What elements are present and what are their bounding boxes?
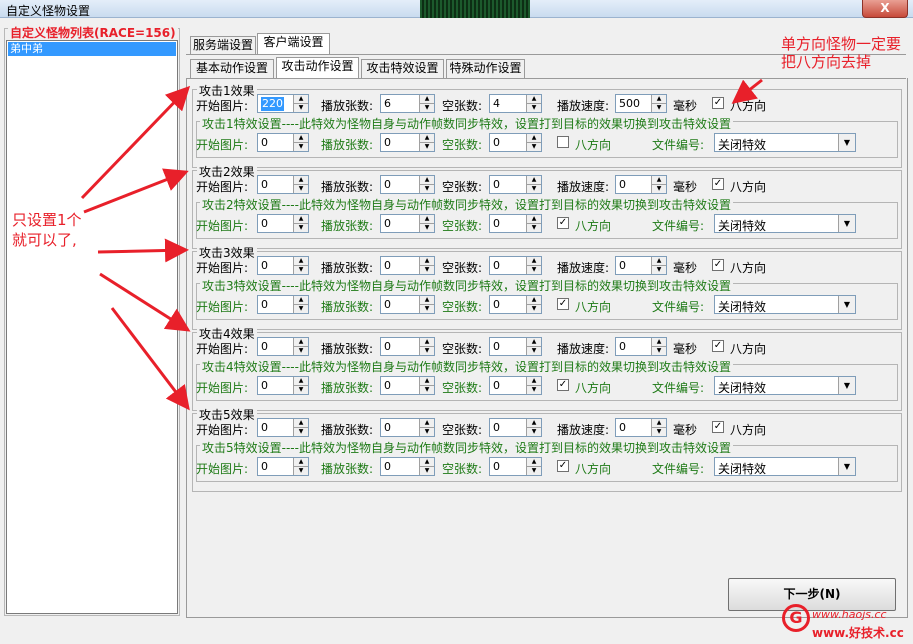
- watermark-logo: G: [782, 604, 810, 632]
- watermark-url: www.haojs.cc: [812, 608, 887, 621]
- annotation-top-right-2: 把八方向去掉: [781, 53, 872, 71]
- annotation-left-2: 就可以了,: [12, 231, 77, 249]
- annotation-left-1: 只设置1个: [12, 211, 82, 229]
- watermark-url-cn: www.好技术.cc: [812, 626, 904, 640]
- annotation-arrows: [80, 78, 763, 411]
- annotation-top-right-1: 单方向怪物一定要: [781, 35, 902, 53]
